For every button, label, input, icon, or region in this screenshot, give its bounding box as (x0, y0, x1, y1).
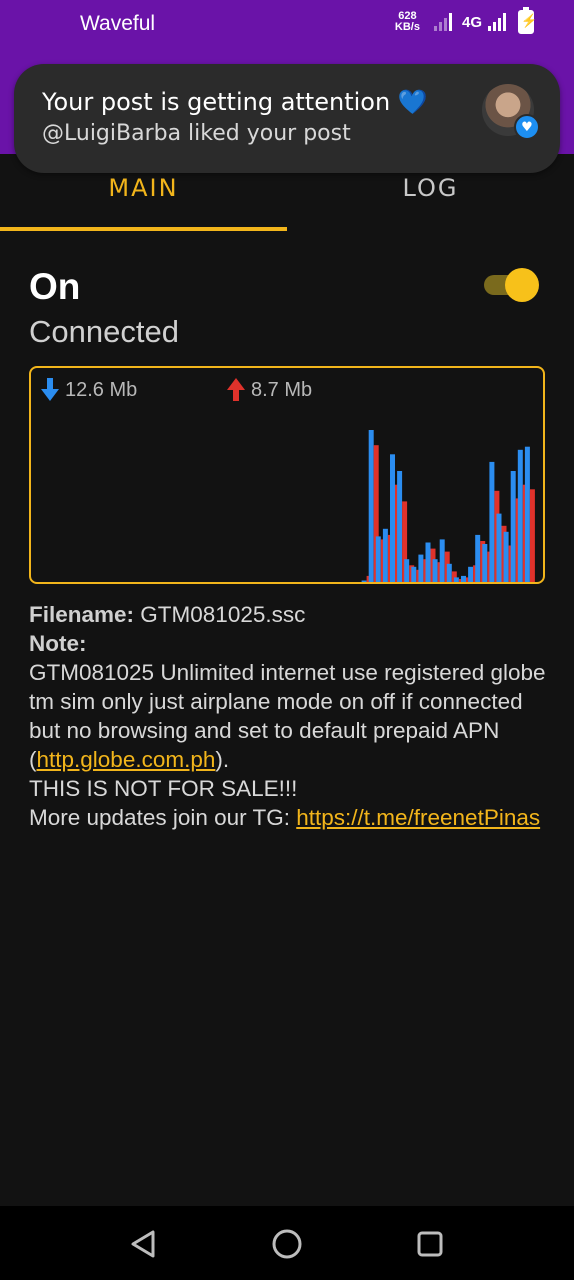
tab-main[interactable]: MAIN (0, 174, 287, 202)
upload-stat: 8.7 Mb (227, 378, 312, 402)
note-line-2: THIS IS NOT FOR SALE!!! (29, 776, 298, 801)
filename-label: Filename: (29, 602, 135, 627)
notification-body: @LuigiBarba liked your post (42, 121, 351, 146)
heads-up-notification[interactable]: Your post is getting attention 💙 @LuigiB… (14, 64, 560, 173)
download-bar (489, 461, 495, 582)
download-bar (482, 544, 488, 582)
download-bar (368, 430, 374, 582)
apn-link[interactable]: http.globe.com.ph (37, 747, 216, 772)
recents-square-icon[interactable] (410, 1224, 450, 1264)
tab-log[interactable]: LOG (287, 174, 574, 202)
note-line-3: More updates join our TG: (29, 805, 297, 830)
download-stat: 12.6 Mb (41, 378, 137, 402)
battery-charging-icon: ⚡ (518, 7, 537, 34)
navigation-bar (0, 1206, 574, 1280)
download-bar (418, 554, 424, 582)
filename-value: GTM081025.ssc (140, 602, 306, 627)
download-amount: 12.6 Mb (65, 378, 138, 401)
download-bar (503, 531, 509, 582)
note-line-1-end: ). (215, 747, 230, 772)
connection-state: On (29, 266, 81, 307)
download-bar (524, 446, 530, 582)
notification-title: Your post is getting attention 💙 (42, 88, 428, 116)
download-bar (397, 471, 403, 582)
avatar: ♥ (482, 84, 540, 140)
download-bar (439, 539, 445, 582)
download-bar (517, 449, 523, 582)
back-triangle-icon[interactable] (124, 1224, 164, 1264)
network-type-label: 4G (461, 13, 482, 31)
download-bar (425, 542, 431, 582)
toggle-thumb (505, 268, 539, 302)
heart-badge-icon: ♥ (514, 114, 540, 140)
connection-toggle[interactable] (484, 268, 540, 302)
download-bar (432, 559, 438, 582)
filename-row: Filename: GTM081025.ssc (29, 600, 549, 629)
download-bar (446, 563, 452, 582)
download-bar (390, 454, 395, 582)
download-bar (468, 566, 474, 582)
status-icons: 628 KB/s 4G ⚡ (395, 7, 537, 34)
download-bar (382, 528, 388, 582)
mobile-signal-icon (488, 13, 506, 31)
note-text: GTM081025 Unlimited internet use registe… (29, 658, 549, 774)
download-bar (475, 534, 481, 582)
download-bar (411, 566, 417, 582)
network-speed: 628 KB/s (395, 11, 420, 33)
download-bar (510, 471, 516, 582)
status-bar: Waveful 628 KB/s 4G ⚡ (0, 0, 574, 64)
upload-amount: 8.7 Mb (251, 378, 313, 401)
download-arrow-icon (41, 378, 59, 401)
config-info: Filename: GTM081025.ssc Note: GTM081025 … (29, 600, 549, 832)
upload-arrow-icon (227, 378, 245, 401)
active-tab-indicator (0, 227, 287, 231)
download-bar (375, 536, 381, 582)
download-bar (496, 513, 502, 582)
upload-bar (529, 489, 535, 582)
note-label: Note: (29, 631, 87, 656)
signal-strength-icon (433, 13, 452, 31)
home-circle-icon[interactable] (267, 1224, 307, 1264)
network-speed-unit: KB/s (394, 21, 420, 33)
telegram-link[interactable]: https://t.me/freenetPinas (296, 805, 540, 830)
note-line-3-row: More updates join our TG: https://t.me/f… (29, 803, 549, 832)
download-bar (453, 577, 459, 582)
traffic-graph: 12.6 Mb 8.7 Mb (29, 366, 545, 584)
download-bar (361, 580, 367, 582)
download-bar (404, 559, 410, 582)
status-app-name: Waveful (80, 12, 156, 35)
connection-status: Connected (29, 314, 179, 349)
download-bar (461, 575, 466, 582)
